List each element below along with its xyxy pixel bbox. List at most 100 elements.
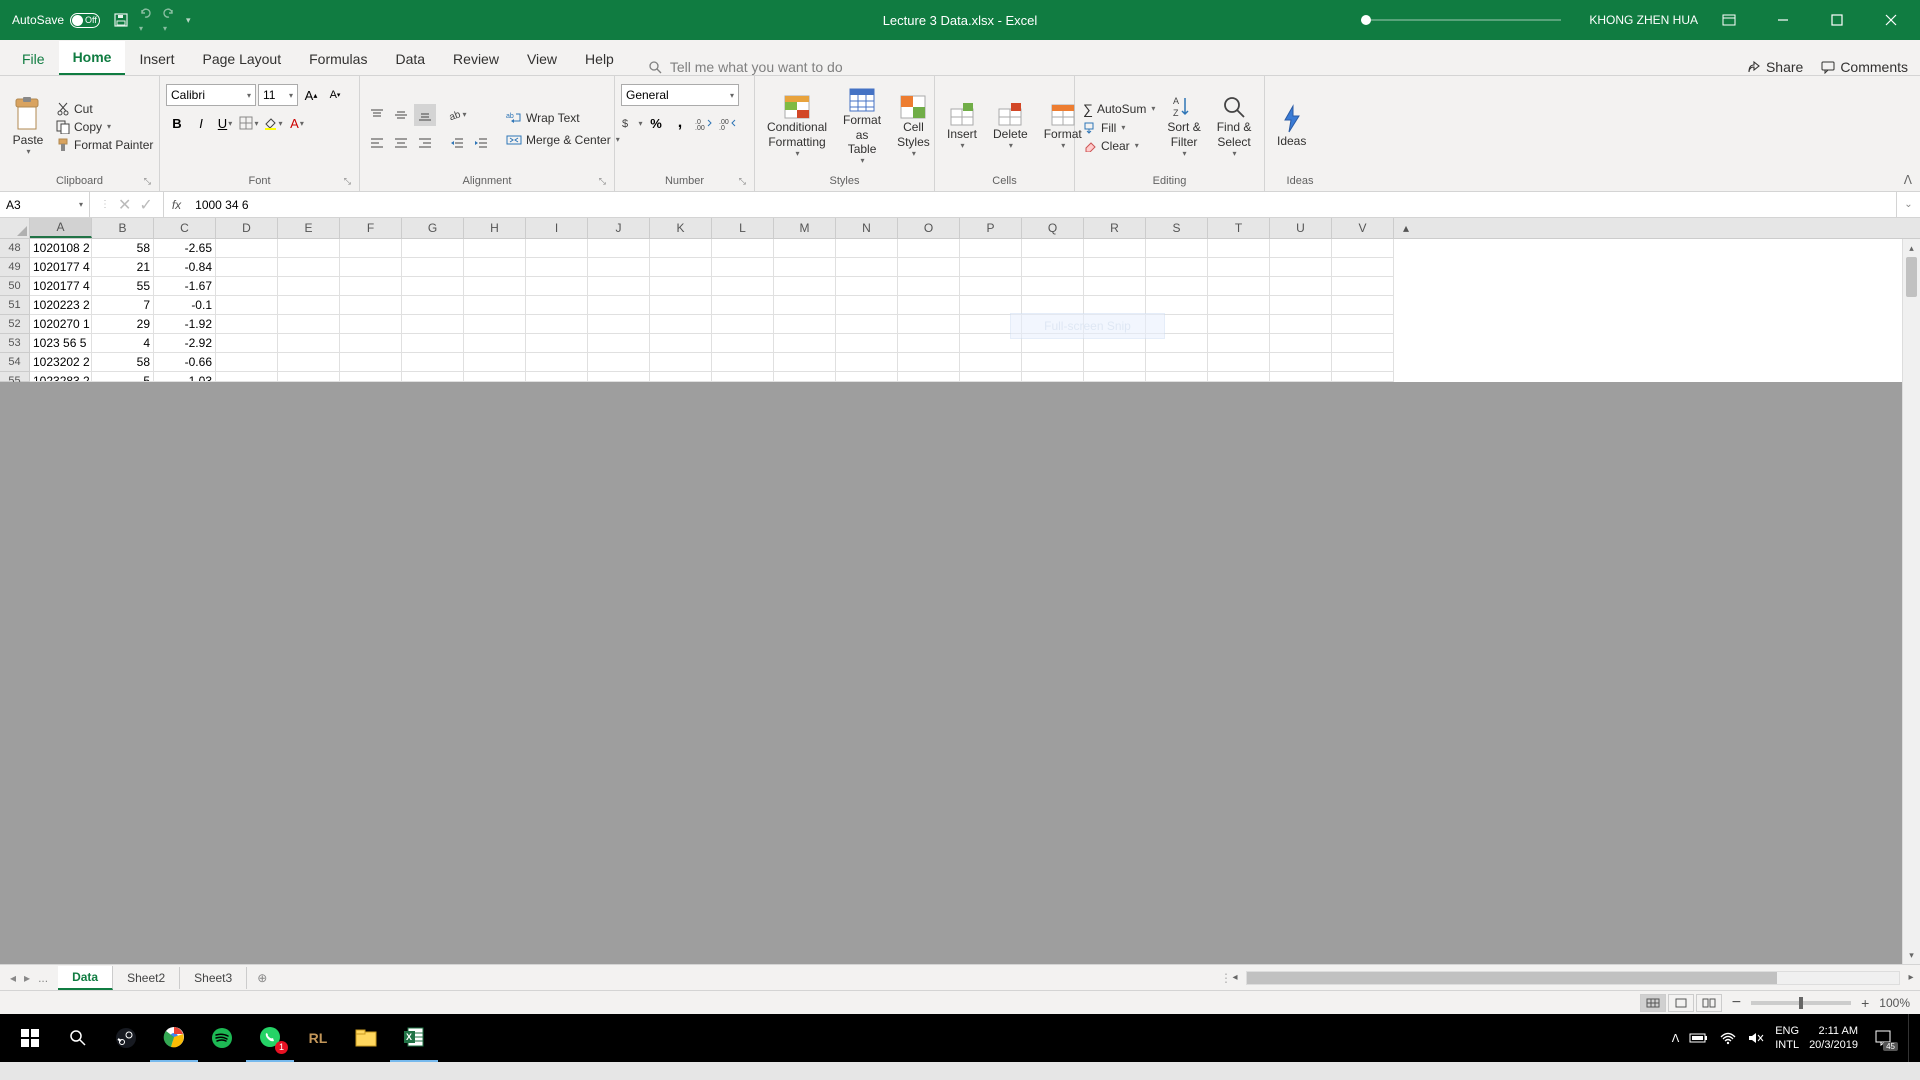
cell[interactable]: 7: [92, 296, 154, 315]
cell[interactable]: [588, 239, 650, 258]
launcher-icon[interactable]: ⤡: [144, 176, 151, 187]
cell[interactable]: [836, 334, 898, 353]
cell[interactable]: [898, 372, 960, 382]
qat-customize-icon[interactable]: ▾: [186, 15, 191, 26]
col-header[interactable]: R: [1084, 218, 1146, 238]
cell[interactable]: [402, 315, 464, 334]
cell[interactable]: [898, 334, 960, 353]
cell[interactable]: [1270, 315, 1332, 334]
cell[interactable]: [526, 239, 588, 258]
cell[interactable]: 55: [92, 277, 154, 296]
increase-decimal-icon[interactable]: .0.00: [693, 112, 715, 134]
cell[interactable]: [774, 296, 836, 315]
taskbar-app-steam[interactable]: [102, 1014, 150, 1062]
collapse-ribbon-icon[interactable]: ᐱ: [1904, 173, 1912, 187]
cell[interactable]: 5: [92, 372, 154, 382]
cell[interactable]: [836, 296, 898, 315]
cell[interactable]: [650, 296, 712, 315]
cell[interactable]: [1332, 353, 1394, 372]
cell[interactable]: [774, 315, 836, 334]
fb-options-icon[interactable]: ⋮: [100, 199, 110, 210]
cell[interactable]: 1020108 2: [30, 239, 92, 258]
cell[interactable]: [960, 277, 1022, 296]
cell[interactable]: [402, 239, 464, 258]
comments-button[interactable]: Comments: [1821, 59, 1908, 75]
tab-formulas[interactable]: Formulas: [295, 43, 381, 75]
align-middle-icon[interactable]: [390, 104, 412, 126]
cell[interactable]: [278, 315, 340, 334]
cell[interactable]: [712, 353, 774, 372]
cell[interactable]: [340, 315, 402, 334]
cell[interactable]: [650, 239, 712, 258]
cell[interactable]: [340, 258, 402, 277]
zoom-out-button[interactable]: −: [1732, 994, 1741, 1012]
sheet-tab-data[interactable]: Data: [58, 966, 113, 990]
tab-help[interactable]: Help: [571, 43, 628, 75]
col-header[interactable]: Q: [1022, 218, 1084, 238]
tab-review[interactable]: Review: [439, 43, 513, 75]
cell[interactable]: [216, 334, 278, 353]
col-header[interactable]: S: [1146, 218, 1208, 238]
cell[interactable]: [216, 372, 278, 382]
cell[interactable]: [588, 296, 650, 315]
zoom-slider[interactable]: [1751, 1001, 1851, 1005]
align-bottom-icon[interactable]: [414, 104, 436, 126]
row-header[interactable]: 50: [0, 277, 30, 296]
col-header[interactable]: E: [278, 218, 340, 238]
add-sheet-button[interactable]: ⊕: [247, 971, 277, 985]
cell[interactable]: [588, 315, 650, 334]
cell[interactable]: 21: [92, 258, 154, 277]
name-box[interactable]: A3▾: [0, 192, 90, 217]
cell[interactable]: [340, 296, 402, 315]
clear-button[interactable]: Clear▾: [1081, 138, 1157, 154]
col-header[interactable]: I: [526, 218, 588, 238]
formula-input[interactable]: 1000 34 6: [189, 198, 1896, 212]
cell[interactable]: [1332, 315, 1394, 334]
maximize-button[interactable]: [1814, 0, 1860, 40]
font-size-select[interactable]: 11▾: [258, 84, 298, 106]
cell[interactable]: 29: [92, 315, 154, 334]
cell[interactable]: [216, 353, 278, 372]
cell[interactable]: [1270, 277, 1332, 296]
cell[interactable]: [278, 334, 340, 353]
cell[interactable]: [526, 334, 588, 353]
cell[interactable]: [1084, 372, 1146, 382]
row-header[interactable]: 49: [0, 258, 30, 277]
cell[interactable]: [588, 334, 650, 353]
cell[interactable]: [1270, 296, 1332, 315]
tab-home[interactable]: Home: [59, 41, 126, 75]
copy-button[interactable]: Copy▾: [54, 119, 155, 135]
cell[interactable]: [588, 277, 650, 296]
tell-me-search[interactable]: Tell me what you want to do: [648, 59, 843, 75]
cell[interactable]: [650, 258, 712, 277]
launcher-icon[interactable]: ⤡: [739, 176, 746, 187]
share-button[interactable]: Share: [1747, 59, 1803, 75]
cell[interactable]: [1208, 353, 1270, 372]
cell[interactable]: 4: [92, 334, 154, 353]
cell[interactable]: [402, 296, 464, 315]
cell[interactable]: [898, 353, 960, 372]
col-header[interactable]: M: [774, 218, 836, 238]
cell[interactable]: [402, 353, 464, 372]
cell[interactable]: [1270, 239, 1332, 258]
sheet-tab-sheet2[interactable]: Sheet2: [113, 967, 180, 989]
notifications-button[interactable]: 45: [1868, 1023, 1898, 1053]
cell[interactable]: [216, 296, 278, 315]
cell[interactable]: [464, 315, 526, 334]
percent-format-icon[interactable]: %: [645, 112, 667, 134]
cell[interactable]: [650, 277, 712, 296]
col-header[interactable]: F: [340, 218, 402, 238]
cell[interactable]: 1020270 1: [30, 315, 92, 334]
format-painter-button[interactable]: Format Painter: [54, 137, 155, 153]
cell[interactable]: [278, 239, 340, 258]
row-header[interactable]: 53: [0, 334, 30, 353]
cell[interactable]: [712, 296, 774, 315]
cell[interactable]: [836, 315, 898, 334]
align-center-icon[interactable]: [390, 132, 412, 154]
page-layout-view-icon[interactable]: [1668, 994, 1694, 1012]
cell[interactable]: [650, 334, 712, 353]
cell[interactable]: [836, 239, 898, 258]
cell[interactable]: -2.92: [154, 334, 216, 353]
ribbon-display-icon[interactable]: [1706, 0, 1752, 40]
taskbar-app-chrome[interactable]: [150, 1014, 198, 1062]
